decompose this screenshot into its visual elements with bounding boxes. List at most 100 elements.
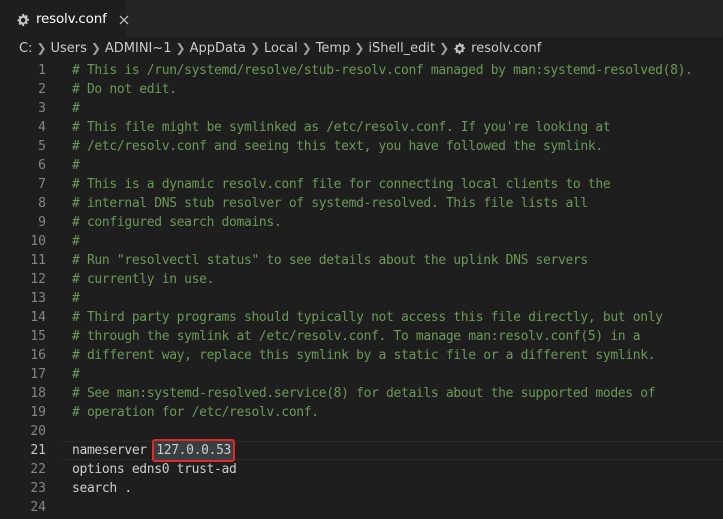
line-content: # (72, 289, 80, 308)
code-line[interactable]: 15 # through the symlink at /etc/resolv.c… (0, 327, 723, 346)
line-text: # internal DNS stub resolver of systemd-… (72, 196, 588, 211)
chevron-right-icon: ❯ (175, 41, 186, 55)
line-number: 9 (38, 215, 46, 230)
line-number: 10 (30, 234, 46, 249)
line-number: 1 (38, 63, 46, 78)
line-number: 23 (30, 481, 46, 496)
gear-icon (16, 12, 30, 26)
line-number: 8 (38, 196, 46, 211)
breadcrumb-item-local[interactable]: Local (264, 41, 298, 56)
tab-bar: resolv.conf (0, 0, 723, 37)
code-line[interactable]: 10 # (0, 232, 723, 251)
line-text: # through the symlink at /etc/resolv.con… (72, 329, 641, 344)
line-text: # (72, 101, 80, 116)
code-line[interactable]: 3 # (0, 99, 723, 118)
code-line[interactable]: 14 # Third party programs should typicall… (0, 308, 723, 327)
line-text: nameserver (72, 443, 155, 458)
line-text: # (72, 291, 80, 306)
line-number: 3 (38, 101, 46, 116)
line-number: 13 (30, 291, 46, 306)
line-text: # This is /run/systemd/resolve/stub-reso… (72, 63, 693, 78)
code-line[interactable]: 5 # /etc/resolv.conf and seeing this text… (0, 137, 723, 156)
line-content: search . (72, 479, 132, 498)
breadcrumb: C: ❯ Users ❯ ADMINI~1 ❯ AppData ❯ Local … (0, 37, 723, 59)
code-line[interactable]: 19 # operation for /etc/resolv.conf. (0, 403, 723, 422)
code-line[interactable]: 11 # Run "resolvectl status" to see detai… (0, 251, 723, 270)
code-line[interactable]: 23 search . (0, 479, 723, 498)
highlighted-ip-address: 127.0.0.53 (152, 439, 236, 462)
code-line[interactable]: 18 # See man:systemd-resolved.service(8) … (0, 384, 723, 403)
code-line[interactable]: 22 options edns0 trust-ad (0, 460, 723, 479)
line-number: 11 (30, 253, 46, 268)
chevron-right-icon: ❯ (36, 41, 47, 55)
line-number: 14 (30, 310, 46, 325)
line-text: # (72, 158, 80, 173)
chevron-right-icon: ❯ (354, 41, 365, 55)
line-content: # through the symlink at /etc/resolv.con… (72, 327, 641, 346)
line-number: 20 (30, 424, 46, 439)
line-text: # (72, 234, 80, 249)
code-line[interactable]: 13 # (0, 289, 723, 308)
code-line[interactable]: 1 # This is /run/systemd/resolve/stub-res… (0, 61, 723, 80)
line-text: # Run "resolvectl status" to see details… (72, 253, 588, 268)
code-line[interactable]: 20 (0, 422, 723, 441)
gear-icon (453, 42, 466, 55)
line-content: # Third party programs should typically … (72, 308, 663, 327)
breadcrumb-item-ishell-edit[interactable]: iShell_edit (368, 41, 435, 56)
line-number: 21 (30, 443, 46, 458)
line-content: # This file might be symlinked as /etc/r… (72, 118, 611, 137)
line-content: # internal DNS stub resolver of systemd-… (72, 194, 588, 213)
line-number: 4 (38, 120, 46, 135)
line-content: # (72, 365, 80, 384)
breadcrumb-item-appdata[interactable]: AppData (190, 41, 246, 56)
breadcrumb-item-file[interactable]: resolv.conf (471, 41, 541, 56)
close-icon[interactable] (117, 12, 131, 26)
code-line[interactable]: 4 # This file might be symlinked as /etc/… (0, 118, 723, 137)
line-number: 15 (30, 329, 46, 344)
breadcrumb-item-users[interactable]: Users (50, 41, 86, 56)
code-line[interactable]: 2 # Do not edit. (0, 80, 723, 99)
line-number: 22 (30, 462, 46, 477)
line-content: # See man:systemd-resolved.service(8) fo… (72, 384, 656, 403)
line-content: # operation for /etc/resolv.conf. (72, 403, 319, 422)
line-content: # /etc/resolv.conf and seeing this text,… (72, 137, 603, 156)
line-text: # (72, 367, 80, 382)
breadcrumb-item-drive[interactable]: C: (19, 41, 32, 56)
code-line[interactable]: 21 nameserver 127.0.0.53 (0, 439, 723, 462)
line-number: 17 (30, 367, 46, 382)
line-content: # This is a dynamic resolv.conf file for… (72, 175, 611, 194)
line-content: # (72, 232, 80, 251)
line-number: 5 (38, 139, 46, 154)
breadcrumb-item-admin[interactable]: ADMINI~1 (105, 41, 172, 56)
chevron-right-icon: ❯ (301, 41, 312, 55)
code-line[interactable]: 9 # configured search domains. (0, 213, 723, 232)
line-content: # Do not edit. (72, 80, 177, 99)
line-text: search . (72, 481, 132, 496)
code-line[interactable]: 12 # currently in use. (0, 270, 723, 289)
code-line[interactable]: 16 # different way, replace this symlink … (0, 346, 723, 365)
line-number: 19 (30, 405, 46, 420)
line-number: 2 (38, 82, 46, 97)
code-line[interactable]: 7 # This is a dynamic resolv.conf file fo… (0, 175, 723, 194)
line-text: # Do not edit. (72, 82, 177, 97)
line-number: 12 (30, 272, 46, 287)
code-editor[interactable]: 1 # This is /run/systemd/resolve/stub-res… (0, 60, 723, 519)
line-number: 7 (38, 177, 46, 192)
line-text: # configured search domains. (72, 215, 282, 230)
chevron-right-icon: ❯ (249, 41, 261, 55)
line-text: # currently in use. (72, 272, 215, 287)
code-line[interactable]: 8 # internal DNS stub resolver of systemd… (0, 194, 723, 213)
tab-resolv-conf[interactable]: resolv.conf (0, 0, 129, 37)
line-content: # Run "resolvectl status" to see details… (72, 251, 588, 270)
code-line[interactable]: 17 # (0, 365, 723, 384)
line-number: 24 (30, 500, 46, 515)
line-content: # different way, replace this symlink by… (72, 346, 656, 365)
code-line[interactable]: 24 (0, 498, 723, 517)
code-line[interactable]: 6 # (0, 156, 723, 175)
tab-label: resolv.conf (36, 10, 107, 27)
breadcrumb-item-temp[interactable]: Temp (316, 41, 351, 56)
line-content: nameserver 127.0.0.53 (72, 439, 236, 462)
line-content: # This is /run/systemd/resolve/stub-reso… (72, 61, 693, 80)
chevron-right-icon: ❯ (439, 41, 450, 55)
line-text: # See man:systemd-resolved.service(8) fo… (72, 386, 656, 401)
